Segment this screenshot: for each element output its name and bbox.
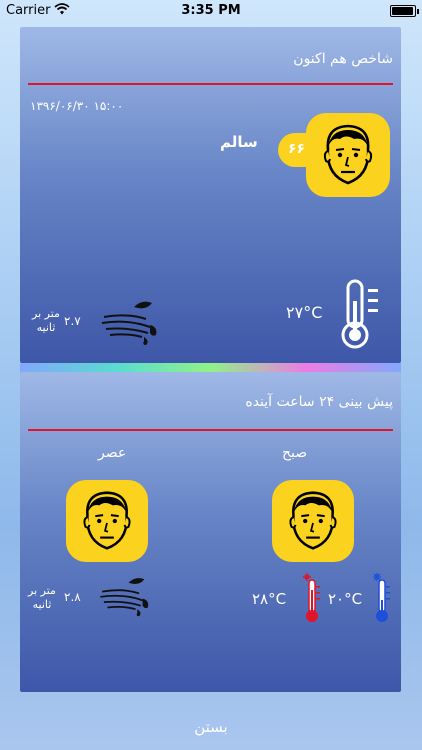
wind-speed: ۲.۸: [64, 590, 81, 604]
forecast-max-temperature: ۲۸°C: [252, 590, 287, 608]
wind-unit-line1: متر بر: [28, 584, 56, 597]
wind-unit: متر بر ثانیه: [28, 584, 56, 612]
aqi-status-label: سالم: [220, 133, 258, 151]
thermometer-cold-icon: [372, 572, 392, 624]
wind-icon: [98, 297, 162, 347]
current-index-card: شاخص هم اکنون ۱۳۹۶/۰۶/۳۰ ۱۵:۰۰ ۶۶ سالم ۲…: [20, 27, 401, 363]
wind-unit: متر بر ثانیه: [32, 307, 60, 335]
forecast-card: پیش بینی ۲۴ ساعت آینده صبح عصر ۲۸°C ۲۰°C…: [20, 372, 401, 692]
current-title: شاخص هم اکنون: [293, 51, 393, 67]
thermometer-hot-icon: [302, 572, 322, 624]
forecast-title: پیش بینی ۲۴ ساعت آینده: [245, 394, 393, 410]
neutral-face-icon: [272, 480, 354, 562]
neutral-face-icon: [306, 113, 390, 197]
wind-unit-line2: ثانیه: [32, 598, 52, 611]
datetime-label: ۱۳۹۶/۰۶/۳۰ ۱۵:۰۰: [30, 99, 124, 113]
close-button[interactable]: بستن: [0, 718, 422, 736]
clock-label: 3:35 PM: [181, 3, 241, 18]
divider: [28, 429, 393, 431]
morning-label: صبح: [282, 445, 308, 461]
forecast-min-temperature: ۲۰°C: [328, 590, 363, 608]
thermometer-icon: [336, 279, 388, 351]
wind-unit-line2: ثانیه: [36, 321, 56, 334]
wind-speed: ۲.۷: [64, 314, 81, 328]
battery-icon: [390, 5, 419, 17]
status-bar: Carrier 3:35 PM: [0, 0, 422, 22]
neutral-face-icon: [66, 480, 148, 562]
wind-unit-line1: متر بر: [32, 307, 60, 320]
aqi-value: ۶۶: [288, 141, 306, 157]
afternoon-label: عصر: [98, 445, 127, 461]
wind-icon: [92, 574, 158, 618]
divider: [28, 83, 393, 85]
current-temperature: ۲۷°C: [286, 303, 323, 322]
